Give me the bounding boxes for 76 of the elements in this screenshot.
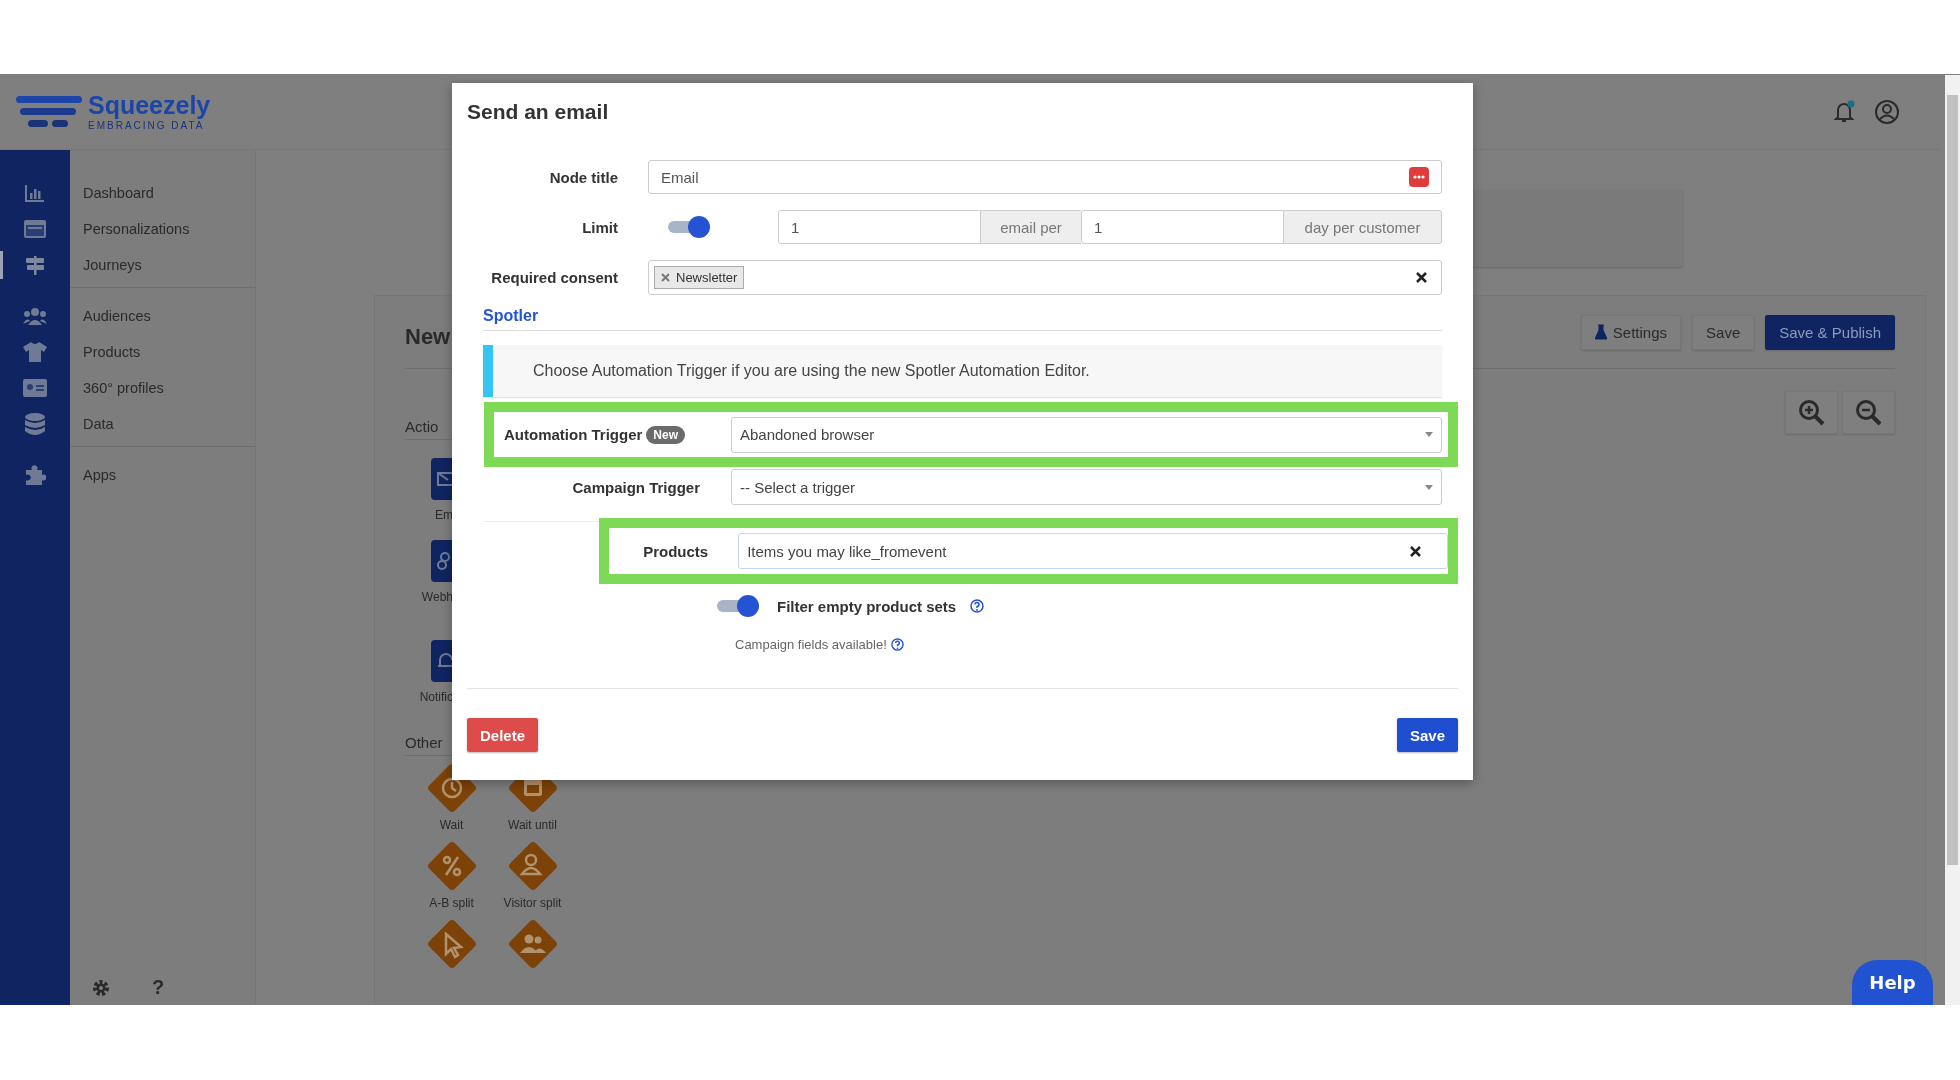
dropdown-caret-icon — [1425, 432, 1433, 437]
bar-chart-icon[interactable] — [25, 184, 45, 202]
limit-count-field[interactable]: 1 — [778, 210, 981, 244]
dropdown-caret-icon — [1425, 484, 1433, 490]
id-card-icon[interactable] — [23, 379, 47, 397]
action-label: Em — [435, 508, 453, 522]
toolbar-button[interactable]: Save & Publish — [1765, 314, 1895, 350]
new-badge: New — [646, 425, 686, 444]
node-label: Visitor split — [503, 896, 562, 910]
sidebar-item[interactable]: Apps — [70, 467, 117, 483]
save-button[interactable]: Save — [1396, 718, 1458, 752]
node-label: Wait until — [508, 818, 557, 832]
more-options-icon[interactable] — [1409, 167, 1429, 187]
toolbar-button[interactable]: Settings — [1580, 314, 1682, 350]
input-addon: day per customer — [1284, 210, 1442, 244]
help-button[interactable]: Help — [1852, 960, 1933, 1005]
help-icon[interactable] — [890, 638, 904, 651]
node-label: A-B split — [429, 896, 474, 910]
sidebar-item[interactable]: Audiences — [70, 308, 151, 324]
products-select[interactable]: Items you may like_fromevent — [738, 533, 1448, 569]
clear-icon[interactable] — [1416, 272, 1427, 283]
sidebar-item[interactable]: 360° profiles — [70, 380, 164, 396]
sidebar-item[interactable]: Dashboard — [70, 185, 154, 201]
field-label: Automation Trigger — [504, 426, 643, 443]
toolbar-button[interactable]: Save — [1692, 314, 1755, 350]
clear-icon[interactable] — [1410, 545, 1421, 557]
node-title-field[interactable]: Email — [648, 160, 1442, 194]
database-icon[interactable] — [25, 413, 45, 435]
hint-text: Campaign fields available! — [735, 637, 887, 652]
field-label: Campaign Trigger — [571, 478, 700, 496]
sidebar-item[interactable]: Products — [70, 344, 141, 360]
logo-name: Squeezely — [88, 92, 211, 118]
logo-icon — [16, 93, 84, 130]
browser-window-icon[interactable] — [24, 220, 46, 238]
user-account-icon[interactable] — [1874, 98, 1900, 125]
limit-period-field[interactable]: 1 — [1081, 210, 1284, 244]
shirt-icon[interactable] — [23, 342, 47, 362]
people-icon[interactable] — [23, 307, 47, 325]
dialog-title: Send an email — [466, 99, 610, 125]
help-icon[interactable] — [970, 599, 985, 613]
scrollbar[interactable] — [1945, 75, 1960, 1005]
node-label: Wait — [439, 818, 464, 832]
zoom-out-button[interactable] — [1842, 391, 1895, 434]
signpost-icon[interactable] — [24, 254, 46, 276]
action-label: Notific — [419, 690, 453, 704]
input-addon: email per — [981, 210, 1081, 244]
action-tile-icon[interactable] — [431, 458, 453, 500]
notification-bell-icon[interactable] — [1832, 99, 1856, 124]
consent-field[interactable]: Newsletter — [648, 260, 1442, 295]
consent-tag[interactable]: Newsletter — [654, 266, 745, 289]
settings-icon[interactable] — [92, 978, 110, 997]
action-tile-icon[interactable] — [431, 540, 453, 582]
automation-trigger-select[interactable]: Abandoned browser — [731, 416, 1442, 453]
field-label: Products — [642, 542, 709, 560]
puzzle-icon[interactable] — [24, 464, 46, 486]
zoom-out-icon — [1854, 398, 1883, 427]
sidebar-item[interactable]: Journeys — [70, 257, 142, 273]
sidebar-item[interactable]: Data — [70, 416, 114, 432]
remove-icon[interactable] — [661, 273, 670, 282]
page-title: New — [405, 324, 451, 350]
zoom-in-icon — [1797, 398, 1826, 427]
action-tile-icon[interactable] — [431, 640, 453, 682]
action-label: Webh — [421, 590, 453, 604]
help-link[interactable]: ? — [152, 976, 165, 999]
field-label: Node title — [548, 168, 618, 186]
delete-button[interactable]: Delete — [467, 718, 539, 752]
toggle-label: Filter empty product sets — [777, 597, 957, 615]
field-label: Limit — [581, 218, 618, 236]
section-title: Spotler — [483, 307, 1442, 331]
campaign-trigger-select[interactable]: -- Select a trigger — [731, 469, 1442, 505]
info-text: Choose Automation Trigger if you are using the new Spotler Automation Editor. — [533, 362, 1090, 380]
field-label: Required consent — [490, 269, 618, 286]
sidebar-item[interactable]: Personalizations — [70, 221, 190, 237]
zoom-in-button[interactable] — [1785, 391, 1838, 434]
logo-tagline: EMBRACING DATA — [88, 119, 206, 131]
flask-icon — [1594, 324, 1607, 340]
